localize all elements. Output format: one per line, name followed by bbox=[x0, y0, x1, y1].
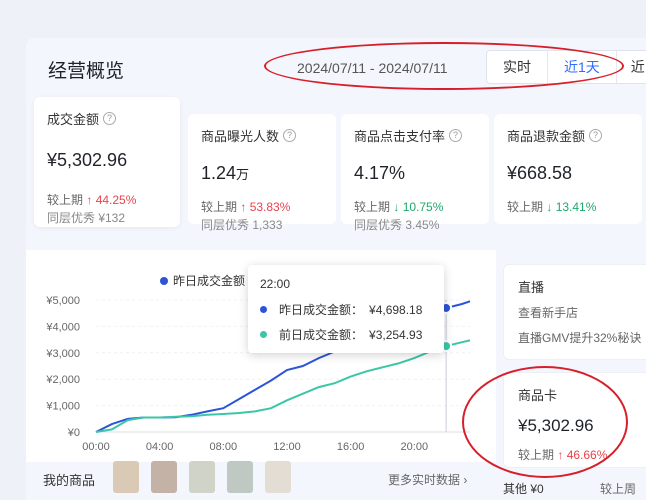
live-tip[interactable]: 查看新手店 bbox=[518, 304, 638, 321]
x-tick-label: 04:00 bbox=[146, 441, 174, 453]
x-tick-label: 08:00 bbox=[210, 441, 238, 453]
tooltip-row-before: 前日成交金额： ¥3,254.93 bbox=[260, 326, 432, 343]
x-tick-label: 16:00 bbox=[337, 441, 365, 453]
goods-thumbnails bbox=[113, 461, 291, 493]
goods-thumbnail[interactable] bbox=[151, 461, 177, 493]
goods-thumbnail[interactable] bbox=[189, 461, 215, 493]
tooltip-row-yesterday: 昨日成交金额： ¥4,698.18 bbox=[260, 301, 432, 318]
x-tick-label: 20:00 bbox=[401, 441, 429, 453]
y-tick-label: ¥2,000 bbox=[45, 374, 80, 386]
y-tick-label: ¥3,000 bbox=[45, 348, 80, 360]
y-tick-label: ¥4,000 bbox=[45, 321, 80, 333]
tooltip-time: 22:00 bbox=[260, 277, 291, 291]
series-dot-icon bbox=[260, 306, 267, 313]
goods-thumbnail[interactable] bbox=[227, 461, 253, 493]
x-tick-label: 12:00 bbox=[273, 441, 301, 453]
annotation-ellipse-goods bbox=[462, 366, 628, 478]
my-goods-label: 我的商品 bbox=[43, 473, 96, 488]
more-realtime-data-link[interactable]: 更多实时数据 › bbox=[388, 471, 467, 488]
live-card[interactable]: 直播 查看新手店 直播GMV提升32%秘诀 bbox=[503, 264, 646, 360]
y-tick-label: ¥1,000 bbox=[45, 401, 80, 413]
annotation-ellipse-date bbox=[264, 42, 624, 90]
series-line bbox=[95, 339, 471, 433]
y-tick-label: ¥0 bbox=[67, 427, 80, 439]
live-tip-2[interactable]: 直播GMV提升32%秘诀 bbox=[518, 329, 641, 346]
y-tick-label: ¥5,000 bbox=[45, 295, 80, 307]
goods-thumbnail[interactable] bbox=[265, 461, 291, 493]
live-title: 直播 bbox=[518, 280, 545, 295]
series-dot-icon bbox=[260, 331, 267, 338]
others-value: 其他 ¥0 bbox=[503, 482, 544, 496]
goods-thumbnail[interactable] bbox=[113, 461, 139, 493]
others-compare: 较上周期 bbox=[600, 482, 637, 500]
chart-tooltip: 22:00 昨日成交金额： ¥4,698.18 前日成交金额： ¥3,254.93 bbox=[248, 265, 444, 353]
x-tick-label: 00:00 bbox=[82, 441, 110, 453]
